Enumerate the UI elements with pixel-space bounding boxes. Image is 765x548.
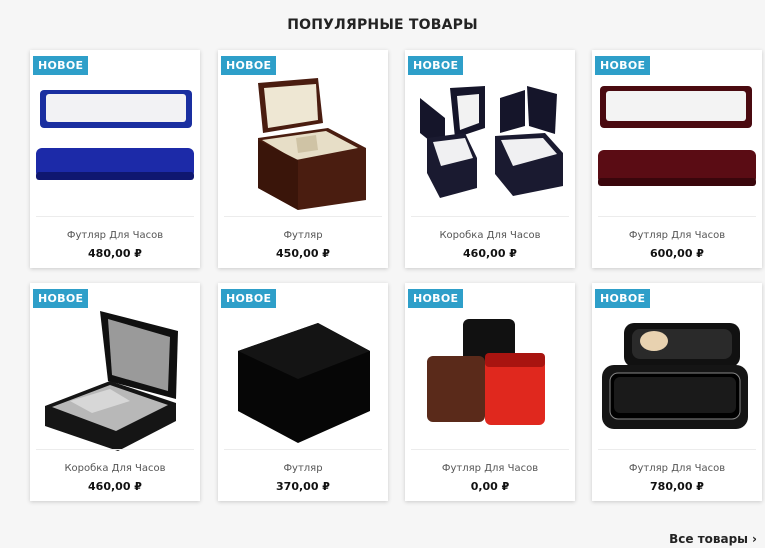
product-name[interactable]: Коробка Для Часов (30, 463, 200, 474)
card-divider (411, 449, 569, 450)
new-badge: НОВОЕ (408, 56, 464, 75)
card-divider (224, 216, 382, 217)
product-grid: НОВОЕ Футляр Для Часов 480,00 ₽ НОВОЕ Фу… (0, 0, 765, 548)
product-name[interactable]: Коробка Для Часов (405, 230, 575, 241)
product-price: 780,00 ₽ (650, 480, 704, 493)
product-name[interactable]: Футляр (218, 463, 388, 474)
product-price: 0,00 ₽ (470, 480, 510, 493)
product-image[interactable] (30, 78, 200, 228)
product-name[interactable]: Футляр Для Часов (592, 463, 762, 474)
product-card[interactable]: НОВОЕ Коробка Для Часов 460,00 ₽ (30, 283, 200, 501)
product-price: 460,00 ₽ (463, 247, 517, 260)
new-badge: НОВОЕ (595, 56, 651, 75)
product-image[interactable] (218, 311, 388, 461)
product-image[interactable] (218, 78, 388, 228)
card-divider (598, 449, 756, 450)
product-card[interactable]: НОВОЕ Футляр 450,00 ₽ (218, 50, 388, 268)
product-image[interactable] (30, 311, 200, 461)
new-badge: НОВОЕ (221, 289, 277, 308)
product-price: 450,00 ₽ (276, 247, 330, 260)
product-image[interactable] (405, 311, 575, 461)
product-card[interactable]: НОВОЕ Коробка Для Часов 460,00 ₽ (405, 50, 575, 268)
card-divider (598, 216, 756, 217)
card-divider (36, 449, 194, 450)
card-divider (36, 216, 194, 217)
product-price: 370,00 ₽ (276, 480, 330, 493)
chevron-right-icon: › (752, 532, 757, 546)
new-badge: НОВОЕ (408, 289, 464, 308)
product-price: 600,00 ₽ (650, 247, 704, 260)
card-divider (224, 449, 382, 450)
card-divider (411, 216, 569, 217)
product-name[interactable]: Футляр Для Часов (592, 230, 762, 241)
new-badge: НОВОЕ (33, 289, 89, 308)
product-card[interactable]: НОВОЕ Футляр Для Часов 780,00 ₽ (592, 283, 762, 501)
product-card[interactable]: НОВОЕ Футляр Для Часов 0,00 ₽ (405, 283, 575, 501)
product-name[interactable]: Футляр Для Часов (405, 463, 575, 474)
product-name[interactable]: Футляр (218, 230, 388, 241)
all-products-link[interactable]: Все товары › (669, 532, 757, 546)
product-image[interactable] (405, 78, 575, 228)
new-badge: НОВОЕ (33, 56, 89, 75)
all-products-label: Все товары (669, 532, 749, 546)
product-card[interactable]: НОВОЕ Футляр Для Часов 480,00 ₽ (30, 50, 200, 268)
product-card[interactable]: НОВОЕ Футляр 370,00 ₽ (218, 283, 388, 501)
new-badge: НОВОЕ (595, 289, 651, 308)
product-image[interactable] (592, 311, 762, 461)
product-image[interactable] (592, 78, 762, 228)
product-price: 480,00 ₽ (88, 247, 142, 260)
product-card[interactable]: НОВОЕ Футляр Для Часов 600,00 ₽ (592, 50, 762, 268)
new-badge: НОВОЕ (221, 56, 277, 75)
product-name[interactable]: Футляр Для Часов (30, 230, 200, 241)
product-price: 460,00 ₽ (88, 480, 142, 493)
